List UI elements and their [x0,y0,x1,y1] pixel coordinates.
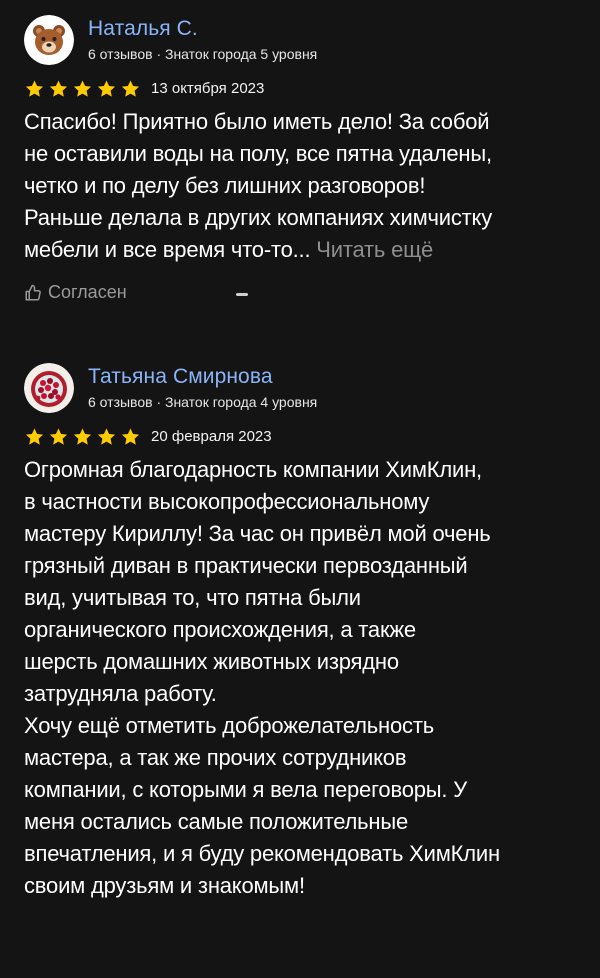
review-text-body: Огромная благодарность компании ХимКлин,… [24,457,500,898]
agree-button[interactable]: Согласен [24,282,127,303]
pomegranate-icon [24,363,74,413]
rating-row: 20 февраля 2023 [24,426,584,448]
author-info: Татьяна Смирнова 6 отзывов · Знаток горо… [88,364,317,412]
author-meta: 6 отзывов · Знаток города 4 уровня [88,394,318,410]
read-more-link[interactable]: Читать ещё [316,237,433,262]
avatar[interactable] [24,363,74,413]
star-icon [97,80,116,97]
review-text: Спасибо! Приятно было иметь дело! За соб… [24,106,584,266]
star-icon [121,428,140,445]
avatar[interactable] [24,15,74,65]
rating-row: 13 октября 2023 [24,78,584,100]
author-info: Наталья С. 6 отзывов · Знаток города 5 у… [88,16,317,64]
review-card: Наталья С. 6 отзывов · Знаток города 5 у… [24,14,584,307]
review-date: 20 февраля 2023 [151,428,272,445]
star-icon [121,80,140,97]
review-header: Татьяна Смирнова 6 отзывов · Знаток горо… [24,362,584,414]
star-icon [25,80,44,97]
thumbs-up-icon [25,284,41,300]
star-icon [97,428,116,445]
author-name[interactable]: Татьяна Смирнова [88,364,317,390]
bear-icon [24,15,74,65]
agree-label: Согласен [48,282,127,302]
review-text: Огромная благодарность компании ХимКлин,… [24,454,584,902]
star-icon [49,428,68,445]
review-card: Татьяна Смирнова 6 отзывов · Знаток горо… [24,362,584,902]
star-rating [24,79,141,99]
author-name[interactable]: Наталья С. [88,16,317,42]
divider-mark [236,293,248,296]
star-icon [49,80,68,97]
review-header: Наталья С. 6 отзывов · Знаток города 5 у… [24,14,584,66]
star-icon [73,428,92,445]
author-meta: 6 отзывов · Знаток города 5 уровня [88,46,318,62]
star-icon [25,428,44,445]
review-date: 13 октября 2023 [151,80,265,97]
star-icon [73,80,92,97]
star-rating [24,427,141,447]
